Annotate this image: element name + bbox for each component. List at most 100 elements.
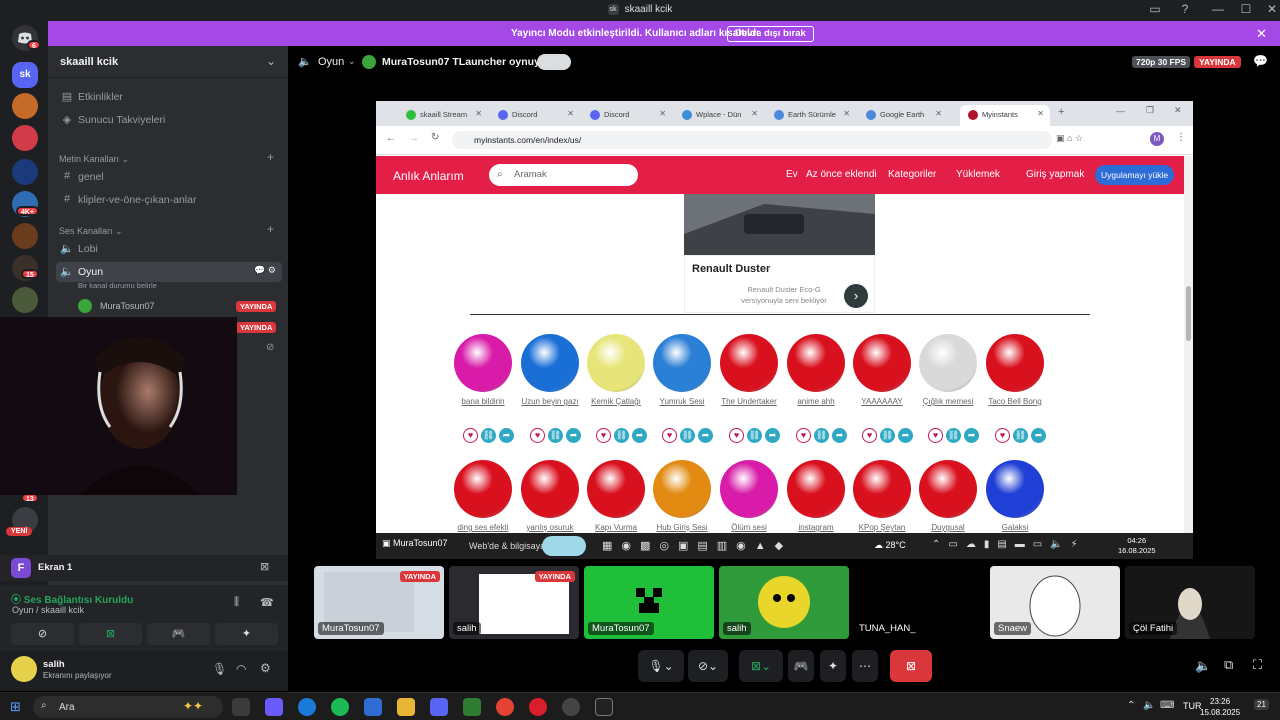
- maximize-button[interactable]: ☐: [1236, 2, 1256, 16]
- add-voice-channel-icon[interactable]: +: [267, 222, 274, 236]
- sound-play-button[interactable]: [919, 460, 977, 518]
- task-view-icon[interactable]: [232, 698, 250, 716]
- copilot-icon[interactable]: [265, 698, 283, 716]
- voice-channel-path[interactable]: Oyun / skaaill kcik: [12, 605, 84, 615]
- sound-label[interactable]: KPop Şeytan: [852, 522, 912, 533]
- sound-play-button[interactable]: [720, 460, 778, 518]
- voice-channels-category[interactable]: Ses Kanalları ⌄: [59, 226, 123, 237]
- sound-label[interactable]: Hub Giriş Sesi: [652, 522, 712, 533]
- copy-link-icon[interactable]: ⛓: [747, 428, 762, 443]
- favorite-heart-icon[interactable]: ♥: [463, 428, 478, 443]
- help-icon[interactable]: ?: [1175, 2, 1195, 16]
- nav-upload[interactable]: Yüklemek: [956, 169, 1000, 180]
- close-tab-icon[interactable]: ✕: [1037, 109, 1044, 118]
- app-icon[interactable]: [364, 698, 382, 716]
- share-icon[interactable]: ➦: [898, 428, 913, 443]
- browser-tab[interactable]: Discord ✕: [582, 105, 672, 126]
- server-icon[interactable]: [12, 125, 38, 151]
- sound-play-button[interactable]: [454, 460, 512, 518]
- channel-settings-icon[interactable]: 💬 ⚙: [254, 265, 276, 276]
- spotify-icon[interactable]: [331, 698, 349, 716]
- favorite-heart-icon[interactable]: ♥: [796, 428, 811, 443]
- participant-tile[interactable]: TUNA_HAN_: [855, 566, 985, 639]
- sound-label[interactable]: YAAAAAAY: [852, 396, 912, 408]
- browser-tab-active[interactable]: Myinstants ✕: [960, 105, 1050, 126]
- activity-button[interactable]: 🎮: [147, 623, 210, 645]
- back-icon[interactable]: ←: [386, 133, 396, 144]
- microphone-icon[interactable]: 🎙: [212, 662, 227, 676]
- share-icon[interactable]: ➦: [566, 428, 581, 443]
- text-channels-category[interactable]: Metin Kanalları ⌄: [59, 154, 129, 165]
- server-icon[interactable]: [12, 287, 38, 313]
- participant-tile[interactable]: Çöl Fatihi: [1125, 566, 1255, 639]
- sound-play-button[interactable]: [720, 334, 778, 392]
- server-icon[interactable]: [12, 159, 38, 185]
- server-skaaill-icon[interactable]: sk: [12, 62, 38, 88]
- browser-tab[interactable]: Wplace - Dün ✕: [674, 105, 764, 126]
- sound-label[interactable]: Kapı Vurma: [586, 522, 646, 533]
- add-channel-icon[interactable]: +: [267, 150, 274, 164]
- stop-share-icon[interactable]: ⊠: [260, 560, 269, 573]
- menu-icon[interactable]: ⋮: [1176, 132, 1186, 143]
- microphone-button[interactable]: 🎙⌄: [638, 650, 684, 682]
- signal-icon[interactable]: ⫼: [234, 596, 239, 609]
- sound-label[interactable]: Duygusal: [918, 522, 978, 533]
- epic-games-icon[interactable]: [595, 698, 613, 716]
- sound-play-button[interactable]: [853, 460, 911, 518]
- close-tab-icon[interactable]: ✕: [751, 109, 758, 118]
- toolbar-icons[interactable]: ▣ ⌂ ☆: [1056, 133, 1083, 144]
- user-avatar[interactable]: [11, 656, 37, 682]
- browser-tab[interactable]: skaaill Stream ✕: [398, 105, 488, 126]
- participant-tile[interactable]: MuraTosun07 YAYINDA: [314, 566, 444, 639]
- reload-icon[interactable]: ↻: [431, 132, 439, 143]
- camera-button[interactable]: ⊘⌄: [688, 650, 728, 682]
- screen-share-button[interactable]: ⊠⌄: [739, 650, 783, 682]
- participant-tile[interactable]: MuraTosun07: [584, 566, 714, 639]
- discord-icon[interactable]: [430, 698, 448, 716]
- voice-channel-oyun[interactable]: 🔈 Oyun 💬 ⚙: [56, 262, 282, 282]
- settings-gear-icon[interactable]: ⚙: [260, 661, 271, 675]
- site-search-input[interactable]: Aramak: [489, 164, 638, 186]
- browser-tab[interactable]: Discord ✕: [490, 105, 580, 126]
- leave-call-button[interactable]: ⊠: [890, 650, 932, 682]
- popout-icon[interactable]: ⧉: [1224, 657, 1233, 673]
- app-icon[interactable]: [463, 698, 481, 716]
- sound-play-button[interactable]: [986, 460, 1044, 518]
- server-icon[interactable]: [12, 223, 38, 249]
- copy-link-icon[interactable]: ⛓: [1013, 428, 1028, 443]
- browser-tab[interactable]: Google Earth ✕: [858, 105, 948, 126]
- share-icon[interactable]: ➦: [499, 428, 514, 443]
- favorite-heart-icon[interactable]: ♥: [596, 428, 611, 443]
- sound-play-button[interactable]: [919, 334, 977, 392]
- voice-user-name[interactable]: MuraTosun07: [100, 301, 155, 311]
- sound-label[interactable]: The Undertaker: [719, 396, 779, 408]
- soundboard-button[interactable]: ✦: [215, 623, 278, 645]
- close-tab-icon[interactable]: ✕: [659, 109, 666, 118]
- copy-link-icon[interactable]: ⛓: [614, 428, 629, 443]
- sound-label[interactable]: bana bildirin: [453, 396, 513, 408]
- sound-label[interactable]: Galaksi: [985, 522, 1045, 533]
- favorite-heart-icon[interactable]: ♥: [995, 428, 1010, 443]
- share-icon[interactable]: ➦: [632, 428, 647, 443]
- chat-icon[interactable]: 💬: [1253, 54, 1268, 68]
- screen-share-button[interactable]: ⊠: [79, 623, 142, 645]
- events-item[interactable]: ▤ Etkinlikler: [56, 87, 282, 107]
- server-header[interactable]: skaaill kcik ⌄: [48, 46, 288, 78]
- share-icon[interactable]: ➦: [765, 428, 780, 443]
- ad-image[interactable]: [684, 194, 875, 255]
- nav-home[interactable]: Ev: [786, 169, 798, 180]
- copy-link-icon[interactable]: ⛓: [680, 428, 695, 443]
- nav-login[interactable]: Giriş yapmak: [1026, 169, 1084, 180]
- share-icon[interactable]: ➦: [964, 428, 979, 443]
- close-tab-icon[interactable]: ✕: [843, 109, 850, 118]
- windows-start-icon[interactable]: ⊞: [10, 699, 21, 715]
- install-app-button[interactable]: Uygulamayı yükle: [1095, 165, 1175, 185]
- copy-link-icon[interactable]: ⛓: [946, 428, 961, 443]
- sound-label[interactable]: instagram: [786, 522, 846, 533]
- sound-play-button[interactable]: [787, 334, 845, 392]
- volume-tray-icon[interactable]: 🔈: [1143, 700, 1155, 711]
- taskbar-clock[interactable]: 23:26 15.08.2025: [1200, 696, 1240, 718]
- channel-status-hint[interactable]: Bir kanal durumu belirle: [78, 281, 157, 290]
- activity-button[interactable]: 🎮: [788, 650, 814, 682]
- file-explorer-icon[interactable]: [397, 698, 415, 716]
